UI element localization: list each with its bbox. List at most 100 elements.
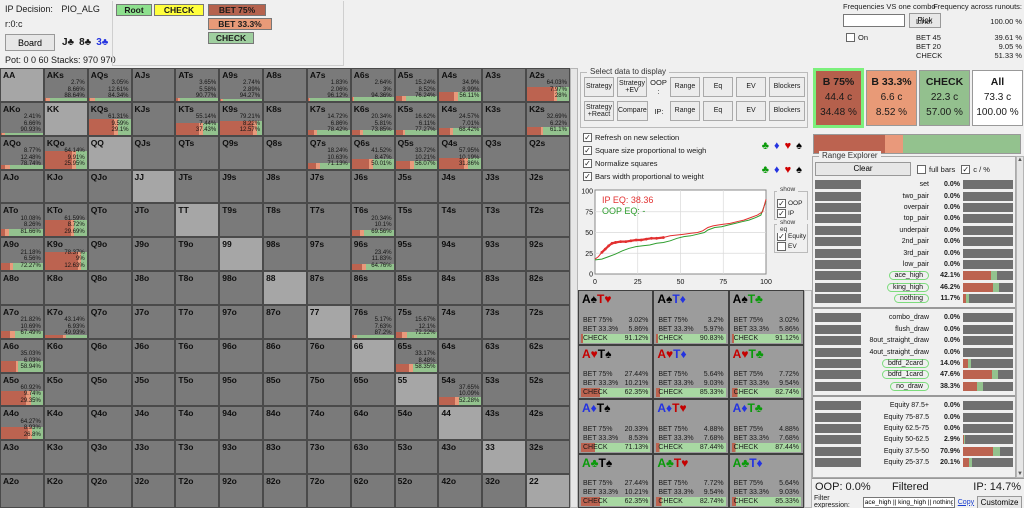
checkbox-box[interactable]: ✓ bbox=[583, 159, 592, 168]
grid-cell-86o[interactable]: 86o bbox=[263, 339, 307, 373]
grid-cell-33[interactable]: 33 bbox=[482, 440, 526, 474]
combo-cell[interactable]: A♣T♠BET 75%27.44%BET 33.3%10.21%CHECK62.… bbox=[578, 454, 653, 508]
grid-cell-QJo[interactable]: QJo bbox=[88, 170, 132, 204]
explorer-label[interactable]: Equity 75-87.5 bbox=[884, 414, 929, 421]
button-range[interactable]: Range bbox=[670, 101, 700, 121]
on-checkbox[interactable]: On bbox=[846, 33, 868, 42]
grid-cell-J7s[interactable]: J7s bbox=[307, 170, 351, 204]
combo-cell[interactable]: A♥T♣BET 75%7.72%BET 33.3%9.54%CHECK82.74… bbox=[729, 345, 804, 400]
grid-cell-98s[interactable]: 98s bbox=[263, 237, 307, 271]
grid-cell-T2s[interactable]: T2s bbox=[526, 203, 570, 237]
explorer-label[interactable]: two_pair bbox=[903, 193, 929, 200]
combo-cell[interactable]: A♣T♦BET 75%5.64%BET 33.3%9.03%CHECK85.33… bbox=[729, 454, 804, 508]
grid-cell-86s[interactable]: 86s bbox=[351, 271, 395, 305]
option-checkbox[interactable]: ✓Normalize squares bbox=[583, 159, 658, 168]
c-pct-checkbox[interactable]: ✓c / % bbox=[961, 165, 990, 174]
grid-cell-53o[interactable]: 53o bbox=[395, 440, 439, 474]
grid-cell-K4s[interactable]: K4s24.57%7.01%68.42% bbox=[438, 102, 482, 136]
board-button[interactable]: Board bbox=[5, 34, 55, 51]
explorer-label[interactable]: top_pair bbox=[904, 215, 929, 222]
grid-cell-A5s[interactable]: A5s15.24%8.52%76.24% bbox=[395, 68, 439, 102]
explorer-label[interactable]: Equity 25-37.5 bbox=[884, 459, 929, 466]
grid-cell-85o[interactable]: 85o bbox=[263, 373, 307, 407]
checkbox-box[interactable]: ✓ bbox=[583, 172, 592, 181]
grid-cell-74o[interactable]: 74o bbox=[307, 406, 351, 440]
grid-cell-QTo[interactable]: QTo bbox=[88, 203, 132, 237]
explorer-row-no_draw[interactable]: no_draw38.3% bbox=[813, 381, 1015, 392]
explorer-row-equity_50-62_5[interactable]: Equity 50-62.52.9% bbox=[813, 434, 1015, 445]
explorer-row-equity_62_5-75[interactable]: Equity 62.5-750.0% bbox=[813, 423, 1015, 434]
grid-cell-J6s[interactable]: J6s bbox=[351, 170, 395, 204]
grid-cell-Q3s[interactable]: Q3s bbox=[482, 136, 526, 170]
button-eq[interactable]: Eq bbox=[703, 77, 733, 97]
grid-cell-A4o[interactable]: A4o64.27%8.93%26.8% bbox=[0, 406, 44, 440]
explorer-row-ace_high[interactable]: ace_high42.1% bbox=[813, 270, 1015, 281]
grid-cell-KTs[interactable]: KTs55.14%7.44%37.43% bbox=[175, 102, 219, 136]
grid-cell-T7o[interactable]: T7o bbox=[175, 305, 219, 339]
grid-cell-A3s[interactable]: A3s bbox=[482, 68, 526, 102]
grid-cell-83o[interactable]: 83o bbox=[263, 440, 307, 474]
grid-cell-32o[interactable]: 32o bbox=[482, 474, 526, 508]
grid-cell-92s[interactable]: 92s bbox=[526, 237, 570, 271]
grid-cell-73o[interactable]: 73o bbox=[307, 440, 351, 474]
grid-cell-44[interactable]: 44 bbox=[438, 406, 482, 440]
show-eq-box-option[interactable]: EV bbox=[777, 241, 806, 251]
tree-action-bet33[interactable]: BET 33.3% bbox=[208, 18, 272, 30]
grid-cell-Q8o[interactable]: Q8o bbox=[88, 271, 132, 305]
explorer-row-set[interactable]: set0.0% bbox=[813, 179, 1015, 190]
grid-cell-Q8s[interactable]: Q8s bbox=[263, 136, 307, 170]
grid-cell-T4o[interactable]: T4o bbox=[175, 406, 219, 440]
grid-cell-AQo[interactable]: AQo8.77%12.48%78.74% bbox=[0, 136, 44, 170]
grid-cell-82o[interactable]: 82o bbox=[263, 474, 307, 508]
grid-cell-Q2s[interactable]: Q2s bbox=[526, 136, 570, 170]
grid-cell-Q4s[interactable]: Q4s57.95%10.19%31.86% bbox=[438, 136, 482, 170]
grid-cell-A9s[interactable]: A9s2.74%2.89%94.27% bbox=[219, 68, 263, 102]
grid-cell-A8o[interactable]: A8o bbox=[0, 271, 44, 305]
explorer-row-2nd_pair[interactable]: 2nd_pair0.0% bbox=[813, 236, 1015, 247]
grid-cell-K7s[interactable]: K7s14.72%6.86%78.42% bbox=[307, 102, 351, 136]
on-checkbox-box[interactable] bbox=[846, 33, 855, 42]
grid-cell-A5o[interactable]: A5o60.92%9.74%29.35% bbox=[0, 373, 44, 407]
grid-cell-K9s[interactable]: K9s79.21%8.22%12.57% bbox=[219, 102, 263, 136]
explorer-row-bdfd_2card[interactable]: bdfd_2card14.0% bbox=[813, 358, 1015, 369]
grid-cell-63o[interactable]: 63o bbox=[351, 440, 395, 474]
tree-node-check-top[interactable]: CHECK bbox=[154, 4, 204, 16]
grid-cell-72o[interactable]: 72o bbox=[307, 474, 351, 508]
grid-cell-76s[interactable]: 76s5.17%7.63%87.2% bbox=[351, 305, 395, 339]
grid-cell-K6o[interactable]: K6o bbox=[44, 339, 88, 373]
hand-matrix-scrollbar[interactable] bbox=[570, 68, 578, 508]
button-strategy--react[interactable]: Strategy +React bbox=[584, 101, 614, 121]
grid-cell-84s[interactable]: 84s bbox=[438, 271, 482, 305]
grid-cell-T6s[interactable]: T6s20.34%10.1%69.56% bbox=[351, 203, 395, 237]
grid-cell-62s[interactable]: 62s bbox=[526, 339, 570, 373]
grid-cell-KK[interactable]: KK bbox=[44, 102, 88, 136]
summary-b75[interactable]: B 75%44.4 c34.48 % bbox=[813, 68, 864, 128]
copy-link[interactable]: Copy bbox=[958, 499, 974, 506]
explorer-label[interactable]: set bbox=[920, 181, 929, 188]
grid-cell-65o[interactable]: 65o bbox=[351, 373, 395, 407]
explorer-row-equity_37_5-50[interactable]: Equity 37.5-5070.9% bbox=[813, 446, 1015, 457]
checkbox-box[interactable]: ✓ bbox=[583, 133, 592, 142]
explorer-label[interactable]: 4out_straight_draw bbox=[869, 349, 929, 356]
button-ev[interactable]: EV bbox=[736, 101, 766, 121]
explorer-label[interactable]: ace_high bbox=[889, 271, 929, 280]
tree-action-check[interactable]: CHECK bbox=[208, 32, 254, 44]
grid-cell-J9o[interactable]: J9o bbox=[132, 237, 176, 271]
grid-cell-64s[interactable]: 64s bbox=[438, 339, 482, 373]
grid-cell-K6s[interactable]: K6s20.34%5.81%73.85% bbox=[351, 102, 395, 136]
explorer-row-underpair[interactable]: underpair0.0% bbox=[813, 225, 1015, 236]
grid-cell-96s[interactable]: 96s23.4%11.83%64.76% bbox=[351, 237, 395, 271]
grid-cell-K2o[interactable]: K2o bbox=[44, 474, 88, 508]
button-strategy--ev[interactable]: Strategy +EV bbox=[617, 77, 647, 97]
grid-cell-43o[interactable]: 43o bbox=[438, 440, 482, 474]
grid-cell-Q6o[interactable]: Q6o bbox=[88, 339, 132, 373]
grid-cell-KQs[interactable]: KQs61.31%9.59%29.1% bbox=[88, 102, 132, 136]
grid-cell-52o[interactable]: 52o bbox=[395, 474, 439, 508]
grid-cell-J5s[interactable]: J5s bbox=[395, 170, 439, 204]
grid-cell-77[interactable]: 77 bbox=[307, 305, 351, 339]
grid-cell-AJs[interactable]: AJs bbox=[132, 68, 176, 102]
grid-cell-T4s[interactable]: T4s bbox=[438, 203, 482, 237]
grid-cell-K3s[interactable]: K3s bbox=[482, 102, 526, 136]
grid-cell-TT[interactable]: TT bbox=[175, 203, 219, 237]
grid-cell-J2o[interactable]: J2o bbox=[132, 474, 176, 508]
